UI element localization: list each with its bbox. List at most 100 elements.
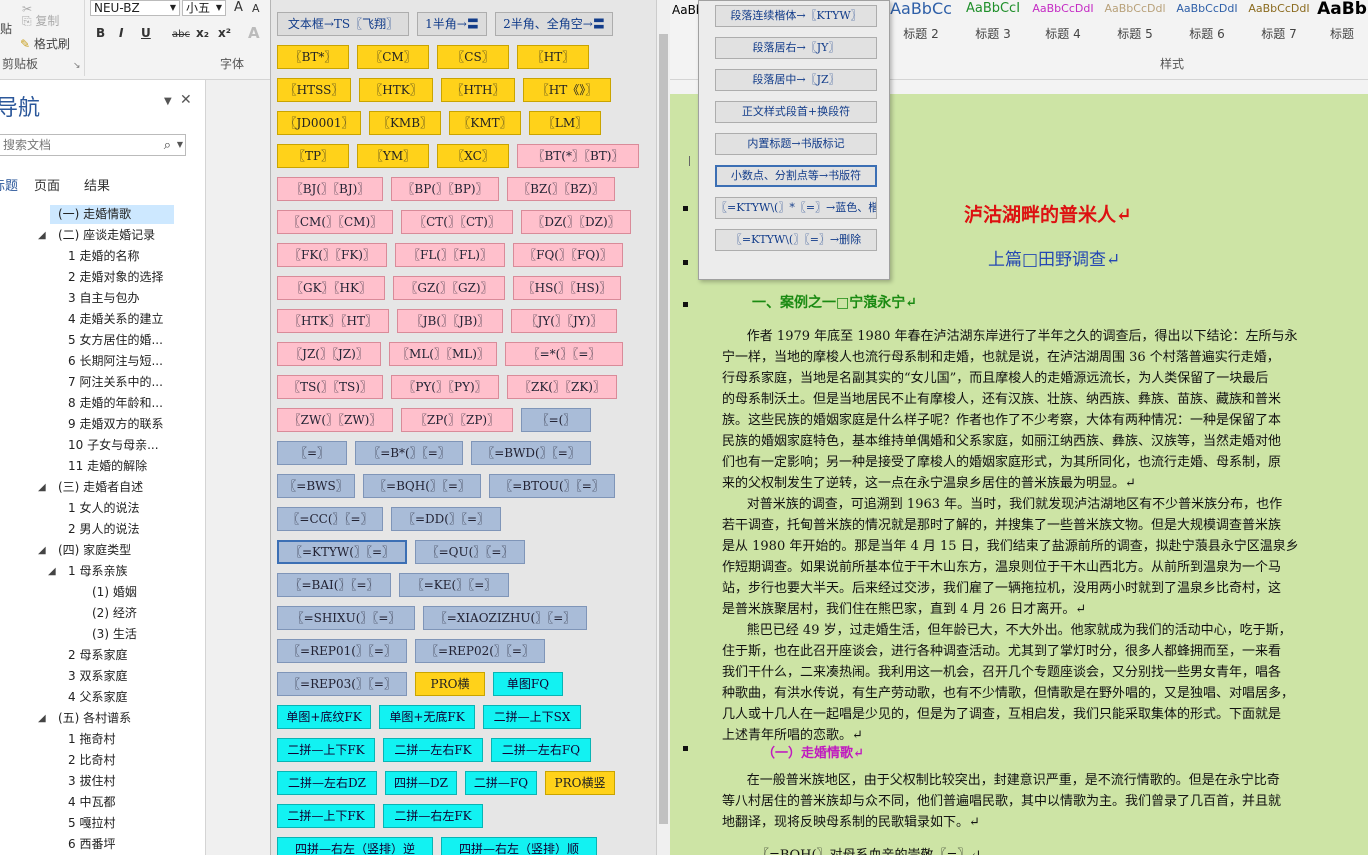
style-title[interactable]: AaBb 标题 bbox=[1316, 0, 1368, 44]
dialog-launcher-icon[interactable]: ↘ bbox=[73, 61, 81, 71]
nav-heading-item[interactable]: 9 走婚双方的联系 bbox=[0, 414, 205, 435]
macro-button[interactable]: 1半角→〓 bbox=[417, 12, 487, 36]
italic-button[interactable]: I bbox=[119, 26, 123, 40]
macro-button[interactable]: 〖FL(〗〖FL)〗 bbox=[395, 243, 505, 267]
strikethrough-button[interactable]: abc bbox=[172, 29, 190, 40]
nav-heading-item[interactable]: 3 拔住村 bbox=[0, 771, 205, 792]
chevron-down-icon[interactable]: ▼ bbox=[177, 135, 183, 155]
popup-action-button[interactable]: 正文样式段首+换段符 bbox=[715, 101, 877, 123]
macro-button[interactable]: 〖CM(〗〖CM)〗 bbox=[277, 210, 393, 234]
macro-button[interactable]: 〖ZP(〗〖ZP)〗 bbox=[401, 408, 513, 432]
macro-button[interactable]: 〖HTK〗〖HT〗 bbox=[277, 309, 389, 333]
nav-heading-item[interactable]: 5 嘎拉村 bbox=[0, 813, 205, 834]
macro-button[interactable]: 〖=BWS〗 bbox=[277, 474, 355, 498]
search-icon[interactable]: ⌕ bbox=[164, 136, 171, 156]
tab-headings[interactable]: 标题 bbox=[0, 175, 18, 194]
nav-heading-item[interactable]: 7 阿注关系中的... bbox=[0, 372, 205, 393]
macro-button[interactable]: 〖BJ(〗〖BJ)〗 bbox=[277, 177, 383, 201]
macro-button[interactable]: 单图+无底FK bbox=[379, 705, 475, 729]
subscript-button[interactable]: x₂ bbox=[196, 26, 209, 40]
close-icon[interactable]: ✕ bbox=[180, 92, 192, 108]
nav-heading-item[interactable]: 2 男人的说法 bbox=[0, 519, 205, 540]
popup-action-button[interactable]: 〖=KTYW\(〗*〖=〗→蓝色、楷体 bbox=[715, 197, 877, 219]
style-heading-3[interactable]: AaBbCcI 标题 3 bbox=[958, 0, 1028, 44]
macro-button[interactable]: 〖=XIAOZIZHU(〗〖=〗 bbox=[423, 606, 587, 630]
macro-button[interactable]: 〖ZW(〗〖ZW)〗 bbox=[277, 408, 393, 432]
macro-button[interactable]: 〖=BAI(〗〖=〗 bbox=[277, 573, 391, 597]
macro-button[interactable]: 〖=(〗 bbox=[521, 408, 591, 432]
nav-heading-item[interactable]: 6 西番坪 bbox=[0, 834, 205, 855]
macro-button[interactable]: 〖PY(〗〖PY)〗 bbox=[391, 375, 499, 399]
pane-options-icon[interactable]: ▼ bbox=[164, 96, 172, 107]
popup-action-button[interactable]: 段落连续楷体→〖KTYW〗 bbox=[715, 5, 877, 27]
format-painter-button[interactable]: ✎ 格式刷 bbox=[20, 35, 70, 52]
scrollbar-thumb[interactable] bbox=[659, 34, 668, 824]
bold-button[interactable]: B bbox=[96, 26, 105, 40]
macro-button[interactable]: 〖DZ(〗〖DZ)〗 bbox=[521, 210, 631, 234]
nav-heading-item[interactable]: (3) 生活 bbox=[0, 624, 205, 645]
grow-font-button[interactable]: A bbox=[234, 0, 243, 15]
macro-button[interactable]: 〖GZ(〗〖GZ)〗 bbox=[393, 276, 505, 300]
macro-button[interactable]: 〖=REP01(〗〖=〗 bbox=[277, 639, 407, 663]
macro-button[interactable]: 〖HS(〗〖HS)〗 bbox=[513, 276, 621, 300]
font-name-select[interactable]: NEU-BZ ▼ bbox=[90, 0, 180, 16]
panel-scrollbar[interactable] bbox=[656, 0, 670, 855]
macro-button[interactable]: 二拼—左右DZ bbox=[277, 771, 377, 795]
nav-heading-item[interactable]: 2 走婚对象的选择 bbox=[0, 267, 205, 288]
macro-button[interactable]: 二拼—左右FK bbox=[383, 738, 483, 762]
collapse-arrow-icon[interactable]: ◢ bbox=[48, 561, 56, 582]
paste-button[interactable]: 贴 bbox=[0, 20, 12, 37]
search-input[interactable]: 搜索文档 ⌕ ▼ bbox=[0, 134, 186, 156]
macro-button[interactable]: 〖=BWD(〗〖=〗 bbox=[471, 441, 591, 465]
macro-button[interactable]: 〖XC〗 bbox=[437, 144, 509, 168]
nav-heading-item[interactable]: 1 拖奇村 bbox=[0, 729, 205, 750]
macro-button[interactable]: 〖HT《》〗 bbox=[523, 78, 611, 102]
nav-heading-item[interactable]: ◢ (三) 走婚者自述 bbox=[0, 477, 205, 498]
nav-heading-item[interactable]: 3 自主与包办 bbox=[0, 288, 205, 309]
nav-heading-item[interactable]: ◢ (二) 座谈走婚记录 bbox=[0, 225, 205, 246]
macro-button[interactable]: 〖KMT〗 bbox=[449, 111, 521, 135]
macro-button[interactable]: 〖FK(〗〖FK)〗 bbox=[277, 243, 387, 267]
macro-button[interactable]: 〖CM〗 bbox=[357, 45, 429, 69]
style-heading-4[interactable]: AaBbCcDdI 标题 4 bbox=[1028, 0, 1098, 44]
popup-action-button[interactable]: 内置标题→书版标记 bbox=[715, 133, 877, 155]
superscript-button[interactable]: x² bbox=[218, 26, 231, 40]
text-effects-button[interactable]: A bbox=[248, 24, 260, 42]
nav-heading-item[interactable]: 1 走婚的名称 bbox=[0, 246, 205, 267]
macro-button[interactable]: 二拼—FQ bbox=[465, 771, 537, 795]
macro-button[interactable]: PRO横竖 bbox=[545, 771, 615, 795]
popup-action-button[interactable]: 段落居右→〖JY〗 bbox=[715, 37, 877, 59]
macro-button[interactable]: 〖BT*〗 bbox=[277, 45, 349, 69]
nav-heading-item[interactable]: 8 走婚的年龄和... bbox=[0, 393, 205, 414]
macro-button[interactable]: 〖=CC(〗〖=〗 bbox=[277, 507, 383, 531]
macro-button[interactable]: 〖=SHIXU(〗〖=〗 bbox=[277, 606, 415, 630]
macro-button[interactable]: 〖HTH〗 bbox=[441, 78, 515, 102]
nav-heading-item[interactable]: 11 走婚的解除 bbox=[0, 456, 205, 477]
nav-heading-item[interactable]: 10 子女与母亲... bbox=[0, 435, 205, 456]
macro-button[interactable]: 〖GK〗〖HK〗 bbox=[277, 276, 385, 300]
collapse-arrow-icon[interactable]: ◢ bbox=[38, 225, 46, 246]
macro-button[interactable]: 〖=BTOU(〗〖=〗 bbox=[489, 474, 615, 498]
font-size-select[interactable]: 小五 ▼ bbox=[182, 0, 226, 16]
macro-button[interactable]: 四拼—右左（竖排）逆 bbox=[277, 837, 433, 855]
collapse-arrow-icon[interactable]: ◢ bbox=[38, 477, 46, 498]
collapse-arrow-icon[interactable]: ◢ bbox=[38, 540, 46, 561]
tab-results[interactable]: 结果 bbox=[84, 175, 110, 194]
macro-button[interactable]: 四拼—右左（竖排）顺 bbox=[441, 837, 597, 855]
macro-button[interactable]: 〖=QU(〗〖=〗 bbox=[415, 540, 525, 564]
macro-button[interactable]: 〖CS〗 bbox=[437, 45, 509, 69]
macro-button[interactable]: 〖JD0001〗 bbox=[277, 111, 361, 135]
nav-heading-item[interactable]: ◢ 1 母系亲族 bbox=[0, 561, 205, 582]
macro-button[interactable]: 四拼—DZ bbox=[385, 771, 457, 795]
macro-button[interactable]: 〖CT(〗〖CT)〗 bbox=[401, 210, 513, 234]
macro-button[interactable]: 〖ZK(〗〖ZK)〗 bbox=[507, 375, 617, 399]
macro-button[interactable]: 二拼—上下FK bbox=[277, 738, 375, 762]
style-heading-5[interactable]: AaBbCcDdl 标题 5 bbox=[1100, 0, 1170, 44]
tab-pages[interactable]: 页面 bbox=[34, 175, 60, 194]
nav-heading-item[interactable]: 5 女方居住的婚... bbox=[0, 330, 205, 351]
style-normal[interactable]: AaBb bbox=[672, 0, 700, 44]
nav-heading-item[interactable]: (2) 经济 bbox=[0, 603, 205, 624]
nav-heading-item[interactable]: 4 父系家庭 bbox=[0, 687, 205, 708]
nav-heading-item[interactable]: 4 走婚关系的建立 bbox=[0, 309, 205, 330]
macro-button[interactable]: 二拼—右左FK bbox=[383, 804, 483, 828]
